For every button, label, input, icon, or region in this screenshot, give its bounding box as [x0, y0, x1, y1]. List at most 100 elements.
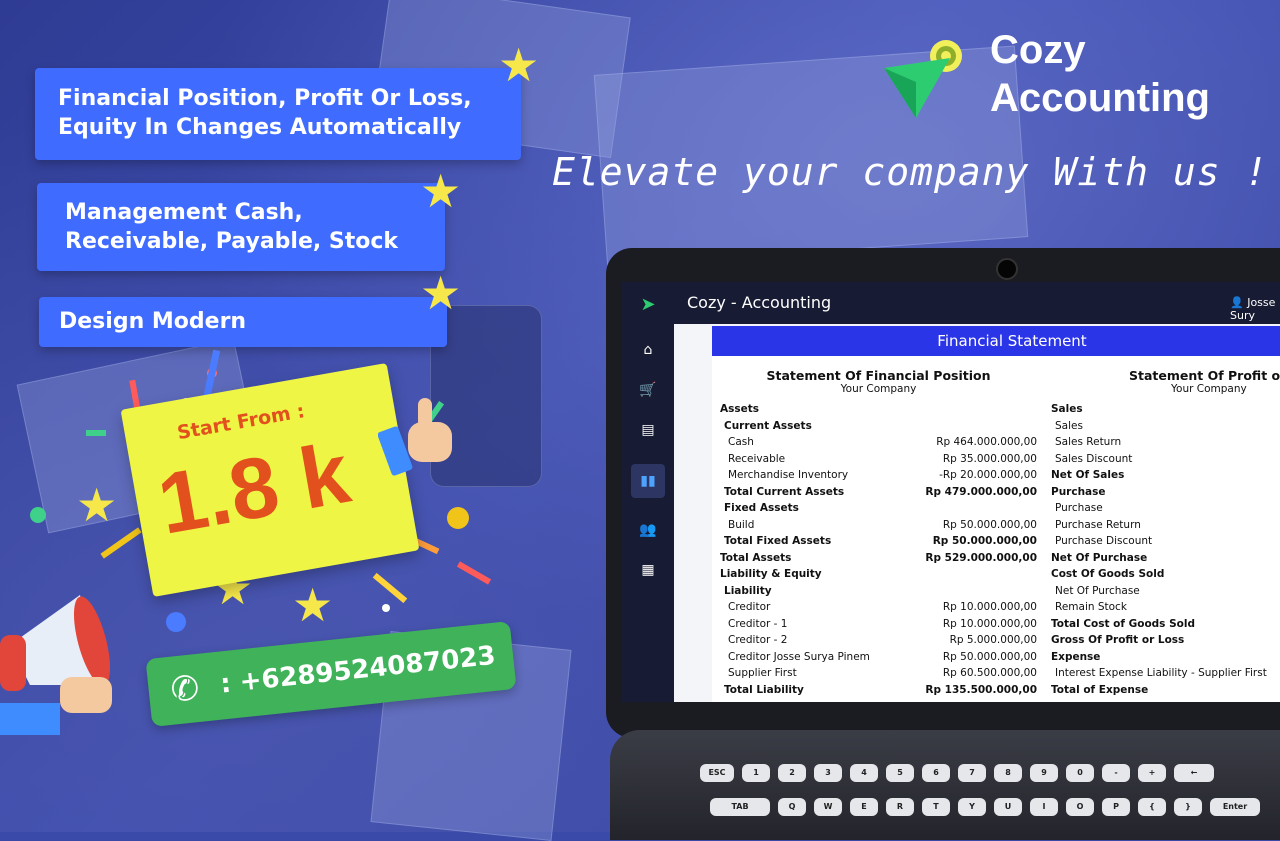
position-row-value: -Rp 20.000.000,00 — [939, 469, 1037, 481]
position-row-label: Supplier First — [728, 667, 797, 679]
building-icon[interactable]: ▦ — [622, 562, 674, 578]
megaphone-icon — [0, 595, 112, 735]
key-5[interactable]: 5 — [886, 764, 914, 782]
profit-title: Statement Of Profit or Los — [1129, 368, 1280, 383]
position-row-value: Rp 35.000.000,00 — [942, 452, 1037, 465]
profit-row-label: Sales Return — [1055, 436, 1122, 448]
cart-icon[interactable]: 🛒 — [622, 382, 674, 398]
position-row-value: Rp 5.000.000,00 — [949, 634, 1037, 646]
chart-icon[interactable]: ▮▮ — [631, 464, 665, 498]
profit-row: Net Of Sales — [1051, 467, 1280, 484]
position-row: Liability & Equity — [720, 566, 1037, 583]
key-w[interactable]: W — [814, 798, 842, 816]
position-row: Receivable Rp 35.000.000,00 — [720, 451, 1037, 468]
feature-line: Design Modern — [59, 309, 247, 334]
sidebar: ➤ ⌂ 🛒 ▤ ▮▮ 👥 ▦ — [622, 282, 674, 702]
position-row: Total Fixed Assets Rp 50.000.000,00 — [720, 533, 1037, 550]
key-7[interactable]: 7 — [958, 764, 986, 782]
key-r[interactable]: R — [886, 798, 914, 816]
key-t[interactable]: T — [922, 798, 950, 816]
position-row-label: Current Assets — [724, 419, 812, 432]
key-e[interactable]: E — [850, 798, 878, 816]
position-row-label: Creditor — [728, 601, 771, 613]
star-icon: ★ — [420, 164, 462, 218]
profit-row-label: Net Of Purchase — [1051, 551, 1148, 564]
position-title: Statement Of Financial Position — [766, 368, 991, 383]
profit-row: Total of Expense — [1051, 682, 1280, 699]
feature-pill-management: Management Cash, Receivable, Payable, St… — [37, 183, 445, 271]
key-9[interactable]: 9 — [1030, 764, 1058, 782]
key-enter[interactable]: Enter — [1210, 798, 1260, 816]
profit-row: Remain Stock — [1051, 599, 1280, 616]
position-row-value: Rp 10.000.000,00 — [942, 617, 1037, 630]
key-←[interactable]: ← — [1174, 764, 1214, 782]
position-row-value: Rp 10.000.000,00 — [942, 601, 1037, 613]
profit-row: Cost Of Goods Sold — [1051, 566, 1280, 583]
financial-statement: Financial Statement Statement Of Financi… — [712, 326, 1280, 702]
app-screen: ➤ ⌂ 🛒 ▤ ▮▮ 👥 ▦ Cozy - Accounting 👤 Josse… — [622, 282, 1280, 702]
position-row: Creditor - 2 Rp 5.000.000,00 — [720, 632, 1037, 649]
profit-row: Purchase — [1051, 484, 1280, 501]
feature-pill-financial: Financial Position, Profit Or Loss, Equi… — [35, 68, 521, 160]
profit-row: Total Cost of Goods Sold — [1051, 616, 1280, 633]
key-3[interactable]: 3 — [814, 764, 842, 782]
brand-title: Cozy Accounting — [990, 26, 1210, 122]
key--[interactable]: - — [1102, 764, 1130, 782]
document-add-icon[interactable]: ▤ — [622, 422, 674, 438]
key-p[interactable]: P — [1102, 798, 1130, 816]
profit-row-label: Purchase — [1051, 485, 1106, 498]
key-8[interactable]: 8 — [994, 764, 1022, 782]
key-esc[interactable]: ESC — [700, 764, 734, 782]
profit-row: Sales — [1051, 418, 1280, 435]
profit-row: Purchase Discount — [1051, 533, 1280, 550]
position-row-label: Total Fixed Assets — [724, 535, 832, 547]
profit-row: Sales Discount — [1051, 451, 1280, 468]
position-row-value: Rp 135.500.000,00 — [925, 683, 1037, 696]
profit-row: Expense — [1051, 649, 1280, 666]
position-row-label: Creditor Josse Surya Pinem — [728, 650, 870, 663]
key-}[interactable]: } — [1174, 798, 1202, 816]
users-icon[interactable]: 👥 — [622, 522, 674, 538]
feature-line: Management Cash, — [65, 200, 303, 225]
key-y[interactable]: Y — [958, 798, 986, 816]
app-title: Cozy - Accounting — [687, 293, 832, 312]
key-0[interactable]: 0 — [1066, 764, 1094, 782]
position-row-value: Rp 50.000.000,00 — [942, 518, 1037, 531]
key-1[interactable]: 1 — [742, 764, 770, 782]
position-row-label: Liability & Equity — [720, 568, 822, 580]
cozy-logo-icon — [884, 40, 962, 118]
position-rows: Assets Current Assets Cash Rp 464.000.000,0… — [720, 401, 1037, 698]
key-q[interactable]: Q — [778, 798, 806, 816]
position-row-value: Rp 464.000.000,00 — [936, 436, 1037, 448]
key-2[interactable]: 2 — [778, 764, 806, 782]
position-row: Total Liability Rp 135.500.000,00 — [720, 682, 1037, 699]
key-i[interactable]: I — [1030, 798, 1058, 816]
position-row: Current Assets — [720, 418, 1037, 435]
home-icon[interactable]: ⌂ — [622, 342, 674, 358]
profit-row: Purchase — [1051, 500, 1280, 517]
position-row: Creditor Josse Surya Pinem Rp 50.000.000,… — [720, 649, 1037, 666]
position-row-label: Receivable — [728, 452, 786, 465]
key-6[interactable]: 6 — [922, 764, 950, 782]
app-topbar: Cozy - Accounting 👤 Josse Sury — [674, 282, 1280, 324]
profit-row-label: Total of Expense — [1051, 683, 1149, 696]
key-u[interactable]: U — [994, 798, 1022, 816]
key-{[interactable]: { — [1138, 798, 1166, 816]
key-tab[interactable]: TAB — [710, 798, 770, 816]
position-row-label: Build — [728, 518, 755, 531]
position-row-label: Liability — [724, 584, 772, 597]
key-4[interactable]: 4 — [850, 764, 878, 782]
user-icon: 👤 — [1230, 296, 1248, 309]
key-+[interactable]: + — [1138, 764, 1166, 782]
position-company: Your Company — [840, 383, 917, 395]
position-row: Build Rp 50.000.000,00 — [720, 517, 1037, 534]
profit-row: Net Of Purchase — [1051, 583, 1280, 600]
profit-row: Purchase Return — [1051, 517, 1280, 534]
profit-row-label: Sales — [1051, 403, 1083, 415]
position-row: Creditor Rp 10.000.000,00 — [720, 599, 1037, 616]
position-row-label: Fixed Assets — [724, 502, 799, 514]
feature-line: Receivable, Payable, Stock — [65, 229, 399, 254]
user-menu[interactable]: 👤 Josse Sury — [1230, 296, 1280, 322]
position-row: Liability — [720, 583, 1037, 600]
key-o[interactable]: O — [1066, 798, 1094, 816]
